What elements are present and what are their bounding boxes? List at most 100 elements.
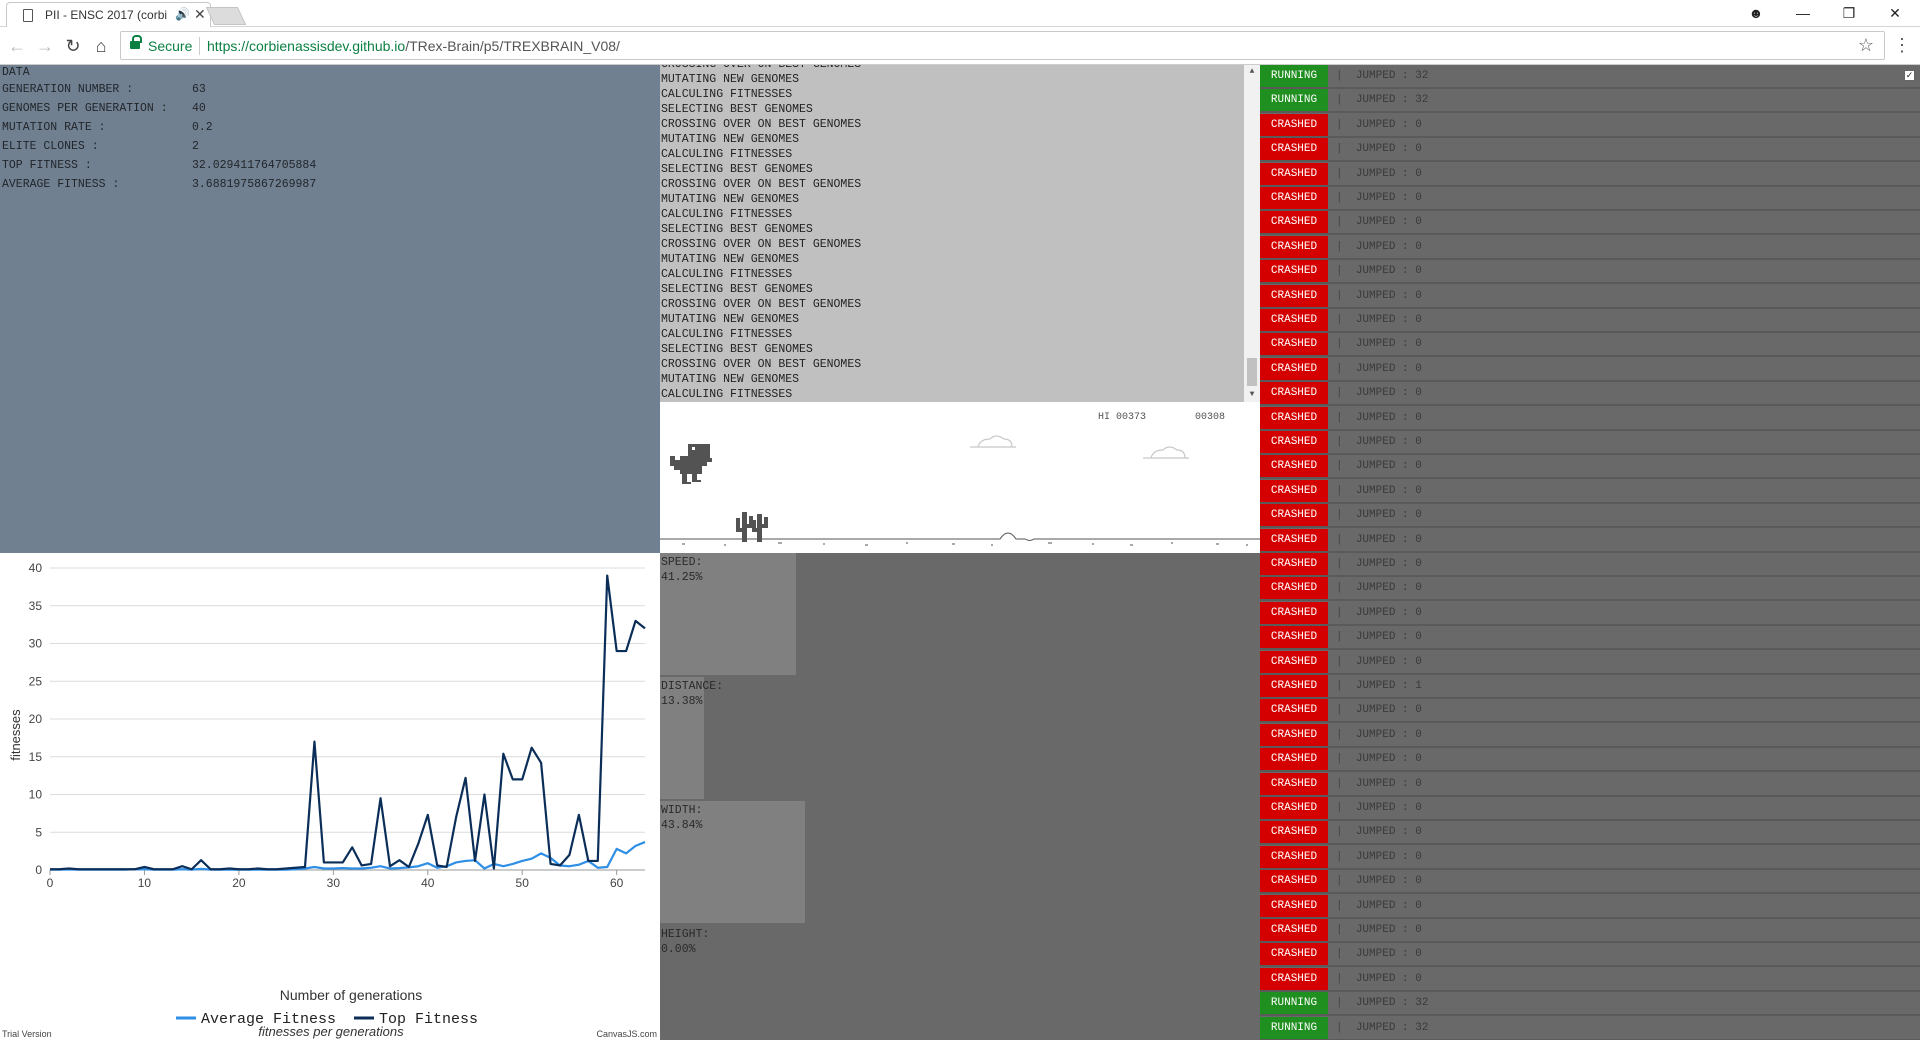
agent-row: CRASHED | JUMPED : 0 bbox=[1260, 504, 1920, 529]
divider: | bbox=[1336, 972, 1356, 985]
agent-row: CRASHED | JUMPED : 0 bbox=[1260, 894, 1920, 919]
divider: | bbox=[1336, 509, 1356, 522]
agent-row: CRASHED | JUMPED : 0 bbox=[1260, 357, 1920, 382]
agent-row: CRASHED | JUMPED : 0 bbox=[1260, 797, 1920, 821]
divider: | bbox=[1336, 167, 1356, 180]
log-line: SELECTING BEST GENOMES bbox=[661, 103, 813, 116]
page-content: DATA GENERATION NUMBER : 63 GENOMES PER G… bbox=[0, 65, 1920, 1040]
home-button[interactable]: ⌂ bbox=[90, 35, 112, 57]
lock-icon bbox=[130, 35, 142, 50]
data-value: 63 bbox=[192, 83, 206, 96]
reload-button[interactable]: ↻ bbox=[62, 35, 84, 57]
divider: | bbox=[1336, 704, 1356, 717]
secure-label: Secure bbox=[148, 38, 193, 54]
agent-row: RUNNING | JUMPED : 32 bbox=[1260, 1016, 1920, 1040]
agent-status: CRASHED bbox=[1260, 748, 1328, 771]
divider: | bbox=[1336, 875, 1356, 888]
back-button[interactable]: ← bbox=[6, 35, 28, 57]
trex-game-canvas[interactable]: HI 00373 00308 bbox=[660, 402, 1260, 553]
log-line: MUTATING NEW GENOMES bbox=[661, 373, 800, 386]
jumped-label: JUMPED : bbox=[1355, 338, 1416, 351]
agent-status: CRASHED bbox=[1260, 235, 1328, 258]
divider: | bbox=[1336, 436, 1356, 448]
agent-info: | JUMPED : 0 bbox=[1336, 407, 1422, 429]
jumped-count: 32 bbox=[1415, 70, 1429, 82]
bookmark-star-icon[interactable]: ☆ bbox=[1858, 35, 1874, 56]
agent-row: CRASHED | JUMPED : 0 bbox=[1260, 162, 1920, 187]
close-window-button[interactable]: ✕ bbox=[1872, 2, 1918, 24]
new-tab-button[interactable] bbox=[205, 7, 247, 25]
log-line: CALCULING FITNESSES bbox=[661, 388, 793, 401]
agent-info: | JUMPED : 32 bbox=[1336, 1017, 1428, 1039]
jumped-count: 0 bbox=[1415, 484, 1422, 497]
browser-menu-icon[interactable]: ⋮ bbox=[1893, 34, 1911, 56]
divider: | bbox=[1336, 948, 1356, 961]
agent-info: | JUMPED : 0 bbox=[1336, 797, 1422, 819]
jumped-label: JUMPED : bbox=[1355, 777, 1416, 790]
sensor-text: DISTANCE: 13.38% bbox=[661, 679, 723, 709]
close-tab-icon[interactable]: ✕ bbox=[194, 6, 206, 23]
x-tick-label: 10 bbox=[138, 876, 152, 890]
agent-status: CRASHED bbox=[1260, 821, 1328, 844]
agent-status: CRASHED bbox=[1260, 260, 1328, 283]
jumped-label: JUMPED : bbox=[1355, 753, 1416, 766]
agent-info: | JUMPED : 32 bbox=[1336, 65, 1428, 87]
jumped-count: 32 bbox=[1415, 1021, 1429, 1034]
sensor-value: 13.38% bbox=[661, 695, 703, 708]
agent-row: CRASHED | JUMPED : 0 bbox=[1260, 479, 1920, 504]
agent-info: | JUMPED : 1 bbox=[1336, 675, 1422, 697]
agent-row: CRASHED | JUMPED : 0 bbox=[1260, 772, 1920, 797]
jumped-count: 0 bbox=[1415, 387, 1422, 400]
restore-button[interactable]: ❐ bbox=[1826, 2, 1872, 24]
watermark-canvasjs[interactable]: CanvasJS.com bbox=[596, 1029, 657, 1039]
scrollbar-thumb[interactable] bbox=[1247, 358, 1257, 386]
log-panel[interactable]: CROSSING OVER ON BEST GENOMESMUTATING NE… bbox=[660, 65, 1260, 402]
game-scene bbox=[660, 435, 1260, 546]
sensor-text: SPEED: 41.25% bbox=[661, 555, 702, 585]
agent-row: CRASHED | JUMPED : 0 bbox=[1260, 821, 1920, 846]
divider: | bbox=[1336, 558, 1356, 570]
agent-row: CRASHED | JUMPED : 0 bbox=[1260, 455, 1920, 480]
jumped-label: JUMPED : bbox=[1355, 143, 1416, 156]
log-line: SELECTING BEST GENOMES bbox=[661, 283, 813, 296]
agent-info: | JUMPED : 0 bbox=[1336, 480, 1422, 502]
url-text[interactable]: https://corbienassisdev.github.io/TRex-B… bbox=[207, 38, 620, 54]
cloud-icon bbox=[970, 435, 1016, 448]
agent-status: CRASHED bbox=[1260, 162, 1328, 185]
agents-checkbox[interactable]: ✓ bbox=[1904, 70, 1915, 81]
agent-info: | JUMPED : 0 bbox=[1336, 699, 1422, 721]
agent-status: CRASHED bbox=[1260, 284, 1328, 307]
jumped-label: JUMPED : bbox=[1355, 411, 1416, 424]
profile-icon[interactable]: ☻ bbox=[1733, 2, 1779, 24]
divider: | bbox=[1336, 997, 1356, 1010]
scroll-up-icon[interactable]: ▲ bbox=[1244, 65, 1260, 79]
jumped-count: 0 bbox=[1415, 875, 1422, 888]
jumped-label: JUMPED : bbox=[1355, 118, 1416, 131]
jumped-count: 0 bbox=[1415, 606, 1422, 619]
log-line: MUTATING NEW GENOMES bbox=[661, 253, 800, 266]
x-tick-label: 0 bbox=[47, 876, 54, 890]
jumped-count: 0 bbox=[1415, 631, 1422, 644]
agent-row: CRASHED | JUMPED : 0 bbox=[1260, 723, 1920, 748]
jumped-count: 0 bbox=[1415, 314, 1422, 326]
jumped-label: JUMPED : bbox=[1355, 167, 1416, 180]
jumped-label: JUMPED : bbox=[1355, 484, 1416, 497]
chart-title: fitnesses per generations bbox=[258, 1024, 404, 1039]
scroll-down-icon[interactable]: ▼ bbox=[1244, 388, 1260, 402]
log-scrollbar[interactable]: ▲ ▼ bbox=[1244, 65, 1260, 402]
divider: | bbox=[1336, 240, 1356, 253]
divider: | bbox=[1336, 338, 1356, 351]
agent-row: CRASHED | JUMPED : 0 bbox=[1260, 699, 1920, 724]
agent-info: | JUMPED : 0 bbox=[1336, 846, 1422, 868]
audio-playing-icon[interactable]: 🔊 bbox=[175, 7, 190, 21]
forward-button[interactable]: → bbox=[34, 35, 56, 57]
jumped-count: 0 bbox=[1415, 192, 1422, 204]
divider: | bbox=[1336, 265, 1356, 278]
address-bar[interactable]: Secure https://corbienassisdev.github.io… bbox=[120, 31, 1885, 60]
browser-tab[interactable]: PII - ENSC 2017 (corbi 🔊 ✕ bbox=[6, 2, 211, 27]
agent-status: RUNNING bbox=[1260, 65, 1328, 87]
minimize-button[interactable]: — bbox=[1780, 2, 1826, 24]
divider: | bbox=[1336, 216, 1356, 229]
jumped-label: JUMPED : bbox=[1355, 826, 1416, 839]
agent-info: | JUMPED : 0 bbox=[1336, 773, 1422, 795]
